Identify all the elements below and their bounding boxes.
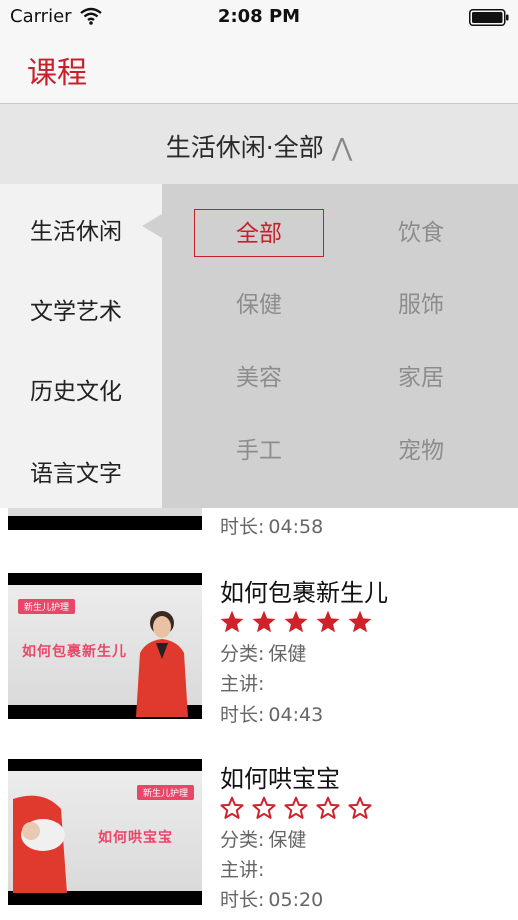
- star-filled-icon: [316, 610, 340, 633]
- subcategory-pets[interactable]: 宠物: [356, 427, 486, 475]
- page-title: 课程: [27, 56, 87, 91]
- filter-title[interactable]: 生活休闲·全部 ⋀: [0, 128, 518, 164]
- category-item-literature[interactable]: 文学艺术: [30, 292, 122, 326]
- star-filled-icon: [252, 610, 276, 633]
- thumbnail-caption: 如何哄宝宝: [98, 830, 173, 846]
- subcategory-food[interactable]: 饮食: [356, 209, 486, 257]
- course-duration: 时长: 04:43: [220, 700, 323, 727]
- battery-icon: [469, 9, 509, 26]
- rating-stars: [219, 609, 379, 635]
- course-thumbnail: 新生儿护理 如何包裹新生儿: [8, 573, 202, 719]
- thumbnail-caption: 如何包裹新生儿: [22, 644, 127, 660]
- thumbnail-screen: 新生儿护理 如何包裹新生儿: [8, 585, 202, 717]
- status-bar: Carrier 2:08 PM: [0, 0, 518, 34]
- category-value: 保健: [268, 829, 307, 851]
- filter-header[interactable]: 生活休闲·全部 ⋀: [0, 104, 518, 184]
- chevron-up-icon: ⋀: [331, 133, 353, 162]
- duration-label: 时长:: [220, 516, 265, 538]
- duration-label: 时长:: [220, 704, 265, 726]
- star-empty-icon: [348, 796, 372, 819]
- lecturer-label: 主讲:: [220, 673, 265, 695]
- duration-value: 05:20: [268, 889, 324, 911]
- star-filled-icon: [348, 610, 372, 633]
- nav-bar: 课程: [0, 34, 518, 104]
- category-value: 保健: [268, 643, 307, 665]
- presenter-image: [13, 795, 67, 893]
- subcategory-all[interactable]: 全部: [194, 209, 324, 257]
- course-title[interactable]: 如何包裹新生儿: [220, 573, 388, 608]
- thumbnail-tag: 新生儿护理: [18, 599, 76, 614]
- category-item-leisure[interactable]: 生活休闲: [30, 212, 122, 246]
- lecturer-label: 主讲:: [220, 859, 265, 881]
- category-label: 分类:: [220, 643, 265, 665]
- subcategory-grid: 全部 饮食 保健 服饰 美容 家居 手工 宠物: [162, 184, 518, 508]
- duration-label: 时长:: [220, 889, 265, 911]
- category-label: 分类:: [220, 829, 265, 851]
- course-category: 分类: 保健: [220, 639, 306, 666]
- subcategory-health[interactable]: 保健: [194, 281, 324, 329]
- course-duration: 时长: 05:20: [220, 885, 323, 912]
- subcategory-beauty[interactable]: 美容: [194, 354, 324, 402]
- category-item-language[interactable]: 语言文字: [30, 454, 122, 488]
- star-filled-icon: [220, 610, 244, 633]
- course-lecturer: 主讲:: [220, 855, 268, 882]
- thumbnail-screen: 新生儿护理 如何哄宝宝: [8, 771, 202, 893]
- status-time: 2:08 PM: [217, 6, 301, 27]
- filter-title-label: 生活休闲·全部: [165, 133, 324, 162]
- subcategory-handcraft[interactable]: 手工: [194, 427, 324, 475]
- course-lecturer: 主讲:: [220, 669, 268, 696]
- course-title[interactable]: 如何哄宝宝: [220, 759, 340, 794]
- star-empty-icon: [220, 796, 244, 819]
- category-list: 生活休闲 文学艺术 历史文化 语言文字: [0, 184, 162, 508]
- thumbnail-tag: 新生儿护理: [136, 785, 194, 800]
- category-item-history[interactable]: 历史文化: [30, 372, 122, 406]
- star-empty-icon: [284, 796, 308, 819]
- presenter-image: [136, 611, 188, 717]
- star-filled-icon: [284, 610, 308, 633]
- subcategory-clothing[interactable]: 服饰: [356, 281, 486, 329]
- course-duration: 时长: 04:58: [220, 512, 323, 539]
- course-category: 分类: 保健: [220, 825, 306, 852]
- selected-category-pointer: [142, 214, 162, 238]
- course-thumbnail: 新生儿护理 如何哄宝宝: [8, 759, 202, 905]
- duration-value: 04:58: [268, 516, 324, 538]
- star-empty-icon: [252, 796, 276, 819]
- rating-stars: [219, 795, 379, 821]
- duration-value: 04:43: [268, 704, 324, 726]
- star-empty-icon: [316, 796, 340, 819]
- subcategory-home[interactable]: 家居: [356, 354, 486, 402]
